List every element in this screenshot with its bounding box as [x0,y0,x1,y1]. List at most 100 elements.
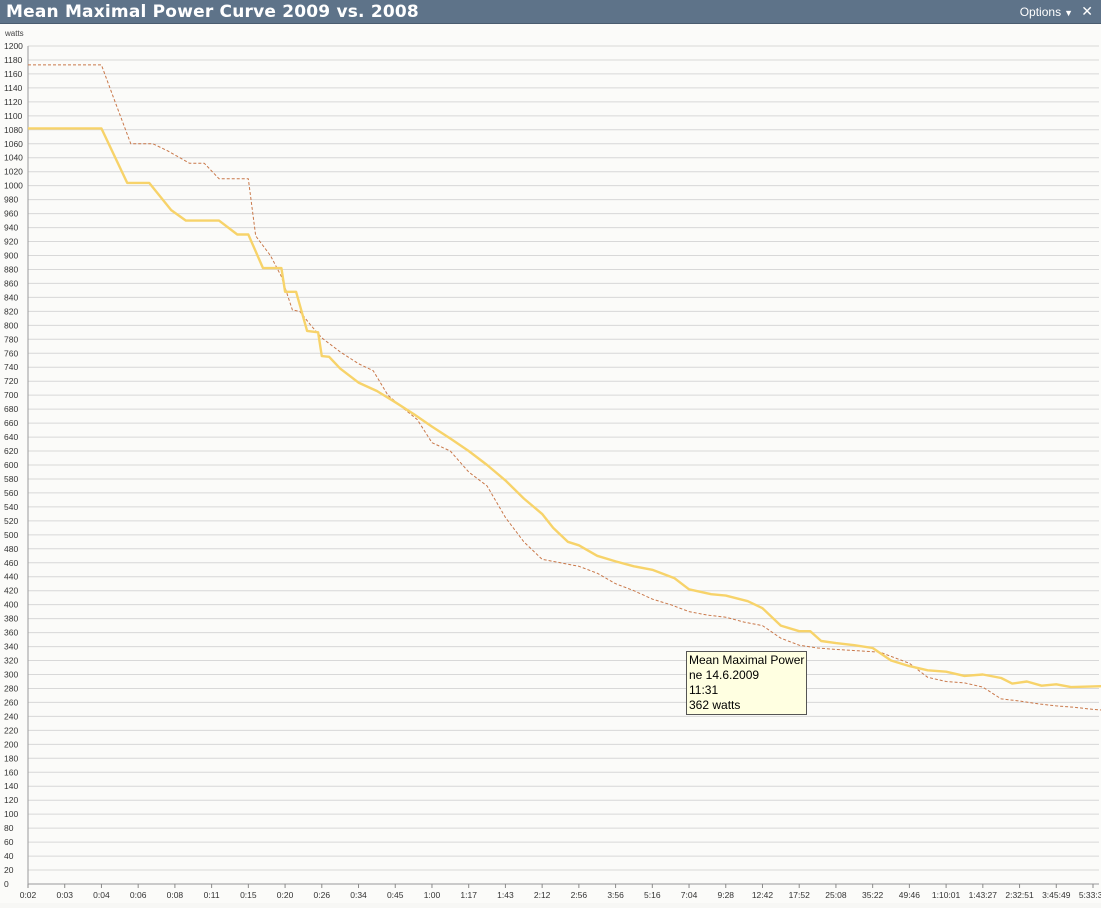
y-tick-label: 220 [4,725,18,735]
x-tick-label: 1:10:01 [932,890,961,900]
y-tick-label: 40 [4,851,14,861]
y-tick-label: 20 [4,865,14,875]
y-tick-label: 80 [4,823,14,833]
y-tick-label: 760 [4,348,18,358]
y-tick-label: 400 [4,600,18,610]
y-tick-label: 520 [4,516,18,526]
y-tick-label: 540 [4,502,18,512]
mean-maximal-power-chart: 0 20 40 60 80 100 120 140 160 180 200 220 240 260 280 3… [4,29,1101,900]
y-tick-label: 1140 [4,83,23,93]
y-tick-label: 680 [4,404,18,414]
window-titlebar: Mean Maximal Power Curve 2009 vs. 2008 O… [0,0,1101,24]
y-tick-label: 280 [4,683,18,693]
tooltip-duration: 11:31 [689,683,719,697]
y-tick-label: 160 [4,767,18,777]
y-tick-label: 1020 [4,167,23,177]
y-tick-label: 780 [4,334,18,344]
y-tick-label: 720 [4,376,18,386]
y-tick-label: 260 [4,697,18,707]
y-tick-label: 0 [4,879,9,889]
x-tick-label: 35:22 [862,890,884,900]
y-tick-label: 620 [4,446,18,456]
y-tick-label: 600 [4,460,18,470]
y-tick-label: 1060 [4,139,23,149]
y-tick-label: 840 [4,292,18,302]
y-axis-label: watts [4,29,24,38]
y-tick-label: 560 [4,488,18,498]
chart-title: Mean Maximal Power Curve 2009 vs. 2008 [6,2,419,22]
x-tick-label: 0:45 [387,890,404,900]
x-tick-label: 3:56 [607,890,624,900]
series-lines [28,64,1101,711]
y-tick-label: 1200 [4,41,23,51]
y-tick-label: 100 [4,809,18,819]
x-tick-label: 0:26 [314,890,331,900]
y-tick-label: 920 [4,237,18,247]
x-tick-label: 12:42 [752,890,774,900]
y-tick-label: 460 [4,558,18,568]
x-axis-ticks: 0:02 0:03 0:04 0:06 0:08 0:11 0:15 0:20 0:26 0:34… [20,884,1101,900]
x-tick-label: 5:33:38 [1079,890,1101,900]
y-tick-label: 580 [4,474,18,484]
y-tick-label: 960 [4,209,18,219]
grid-lines [27,45,1099,885]
close-icon[interactable]: ✕ [1081,3,1093,20]
y-tick-label: 380 [4,614,18,624]
series-2008-line [28,64,1101,711]
y-tick-label: 340 [4,642,18,652]
x-tick-label: 1:43 [497,890,514,900]
y-tick-label: 700 [4,390,18,400]
x-tick-label: 0:11 [204,890,220,900]
x-tick-label: 3:45:49 [1042,890,1071,900]
tooltip-series-name: Mean Maximal Power [689,653,805,667]
x-tick-label: 2:56 [571,890,588,900]
x-tick-label: 2:12 [534,890,551,900]
options-label: Options [1019,5,1062,19]
x-tick-label: 5:16 [644,890,661,900]
x-tick-label: 49:46 [899,890,921,900]
y-axis-ticks: 0 20 40 60 80 100 120 140 160 180 200 220 240 260 280 3… [4,41,23,889]
y-tick-label: 320 [4,656,18,666]
x-tick-label: 0:34 [350,890,367,900]
y-tick-label: 120 [4,795,18,805]
y-tick-label: 1040 [4,153,23,163]
tooltip-date: ne 14.6.2009 [689,668,760,682]
x-tick-label: 9:28 [717,890,734,900]
x-tick-label: 2:32:51 [1005,890,1034,900]
x-tick-label: 0:04 [93,890,110,900]
x-tick-label: 0:02 [20,890,37,900]
x-tick-label: 0:06 [130,890,147,900]
y-tick-label: 860 [4,278,18,288]
y-tick-label: 360 [4,628,18,638]
y-tick-label: 820 [4,306,18,316]
y-tick-label: 880 [4,264,18,274]
y-tick-label: 1080 [4,125,23,135]
y-tick-label: 1100 [4,111,23,121]
y-tick-label: 1180 [4,55,23,65]
y-tick-label: 800 [4,320,18,330]
x-tick-label: 7:04 [681,890,698,900]
x-tick-label: 17:52 [789,890,811,900]
y-tick-label: 180 [4,753,18,763]
x-tick-label: 0:08 [167,890,184,900]
chart-area: 0 20 40 60 80 100 120 140 160 180 200 220 240 260 280 3… [0,24,1101,903]
y-tick-label: 740 [4,362,18,372]
series-2009-line [28,127,1101,689]
x-tick-label: 0:03 [56,890,73,900]
y-tick-label: 500 [4,530,18,540]
y-tick-label: 900 [4,251,18,261]
y-tick-label: 60 [4,837,14,847]
y-tick-label: 200 [4,739,18,749]
x-tick-label: 0:20 [277,890,294,900]
y-tick-label: 660 [4,418,18,428]
x-tick-label: 25:08 [825,890,847,900]
x-tick-label: 1:17 [460,890,477,900]
hover-tooltip: Mean Maximal Power ne 14.6.2009 11:31 36… [686,651,808,715]
chevron-down-icon: ▼ [1064,8,1073,18]
y-tick-label: 1160 [4,69,23,79]
options-menu-button[interactable]: Options ▼ [1020,5,1073,19]
y-tick-label: 300 [4,670,18,680]
y-tick-label: 640 [4,432,18,442]
y-tick-label: 940 [4,223,18,233]
y-tick-label: 440 [4,572,18,582]
